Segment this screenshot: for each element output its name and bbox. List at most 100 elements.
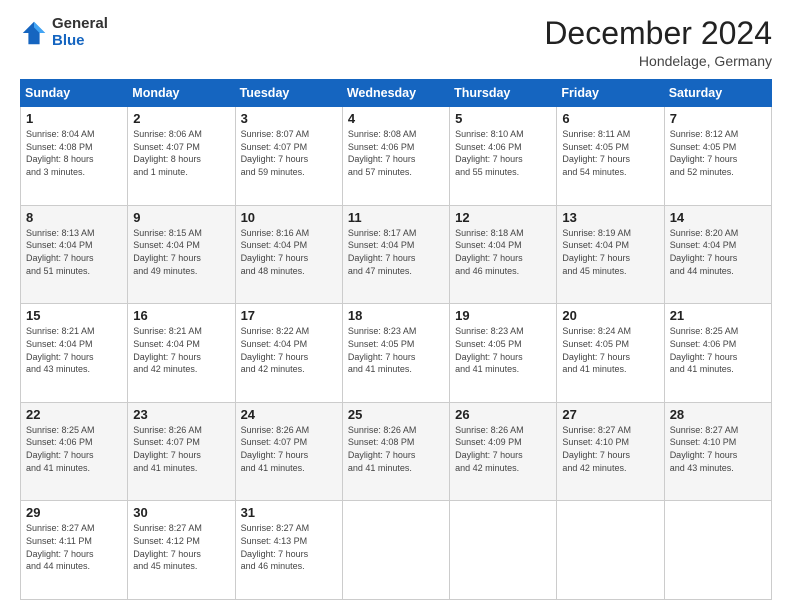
daylight-minutes: and 43 minutes. (670, 463, 734, 473)
sunset-info: Sunset: 4:07 PM (241, 437, 308, 447)
sunset-info: Sunset: 4:05 PM (670, 142, 737, 152)
sunrise-info: Sunrise: 8:25 AM (26, 425, 95, 435)
sunrise-info: Sunrise: 8:16 AM (241, 228, 310, 238)
sunset-info: Sunset: 4:06 PM (670, 339, 737, 349)
daylight-minutes: and 41 minutes. (348, 364, 412, 374)
sunset-info: Sunset: 4:04 PM (670, 240, 737, 250)
day-number: 25 (348, 407, 444, 422)
sunset-info: Sunset: 4:06 PM (455, 142, 522, 152)
day-number: 4 (348, 111, 444, 126)
day-number: 18 (348, 308, 444, 323)
daylight-info: Daylight: 7 hours (348, 253, 416, 263)
day-info: Sunrise: 8:18 AMSunset: 4:04 PMDaylight:… (455, 227, 551, 277)
calendar-header-row: SundayMondayTuesdayWednesdayThursdayFrid… (21, 80, 772, 107)
sunset-info: Sunset: 4:06 PM (348, 142, 415, 152)
sunrise-info: Sunrise: 8:08 AM (348, 129, 417, 139)
day-info: Sunrise: 8:07 AMSunset: 4:07 PMDaylight:… (241, 128, 337, 178)
sunrise-info: Sunrise: 8:19 AM (562, 228, 631, 238)
day-info: Sunrise: 8:26 AM Sunset: 4:08 PM Daylight:… (348, 424, 444, 474)
calendar-day-cell: 14Sunrise: 8:20 AMSunset: 4:04 PMDayligh… (664, 205, 771, 304)
col-header-thursday: Thursday (450, 80, 557, 107)
day-number: 11 (348, 210, 444, 225)
day-info: Sunrise: 8:21 AMSunset: 4:04 PMDaylight:… (26, 325, 122, 375)
calendar-day-cell: 31Sunrise: 8:27 AMSunset: 4:13 PMDayligh… (235, 501, 342, 600)
sunset-info: Sunset: 4:05 PM (455, 339, 522, 349)
sunrise-info: Sunrise: 8:06 AM (133, 129, 202, 139)
calendar-day-cell: 13Sunrise: 8:19 AMSunset: 4:04 PMDayligh… (557, 205, 664, 304)
daylight-info: Daylight: 7 hours (348, 352, 416, 362)
calendar-day-cell: 20Sunrise: 8:24 AMSunset: 4:05 PMDayligh… (557, 304, 664, 403)
sunrise-info: Sunrise: 8:27 AM (241, 523, 310, 533)
day-number: 6 (562, 111, 658, 126)
col-header-sunday: Sunday (21, 80, 128, 107)
daylight-minutes: and 41 minutes. (455, 364, 519, 374)
day-number: 8 (26, 210, 122, 225)
sunset-info: Sunset: 4:08 PM (26, 142, 93, 152)
sunrise-info: Sunrise: 8:10 AM (455, 129, 524, 139)
daylight-minutes: and 55 minutes. (455, 167, 519, 177)
sunset-info: Sunset: 4:07 PM (241, 142, 308, 152)
calendar-day-cell: 15Sunrise: 8:21 AMSunset: 4:04 PMDayligh… (21, 304, 128, 403)
sunrise-info: Sunrise: 8:26 AM (348, 425, 417, 435)
sunrise-info: Sunrise: 8:20 AM (670, 228, 739, 238)
day-info: Sunrise: 8:25 AMSunset: 4:06 PMDaylight:… (26, 424, 122, 474)
sunset-info: Sunset: 4:05 PM (562, 142, 629, 152)
sunrise-info: Sunrise: 8:15 AM (133, 228, 202, 238)
daylight-info: Daylight: 7 hours (455, 253, 523, 263)
calendar-day-cell: 11Sunrise: 8:17 AMSunset: 4:04 PMDayligh… (342, 205, 449, 304)
daylight-minutes: and 44 minutes. (670, 266, 734, 276)
day-info: Sunrise: 8:27 AMSunset: 4:12 PMDaylight:… (133, 522, 229, 572)
day-info: Sunrise: 8:27 AMSunset: 4:10 PMDaylight:… (670, 424, 766, 474)
sunset-info: Sunset: 4:04 PM (348, 240, 415, 250)
day-info: Sunrise: 8:13 AMSunset: 4:04 PMDaylight:… (26, 227, 122, 277)
logo-text: General Blue (52, 16, 108, 49)
daylight-minutes: and 41 minutes. (241, 463, 305, 473)
calendar-day-cell: 2Sunrise: 8:06 AMSunset: 4:07 PMDaylight… (128, 107, 235, 206)
daylight-info: Daylight: 7 hours (26, 549, 94, 559)
col-header-tuesday: Tuesday (235, 80, 342, 107)
day-info: Sunrise: 8:27 AMSunset: 4:13 PMDaylight:… (241, 522, 337, 572)
calendar-day-cell: 4Sunrise: 8:08 AMSunset: 4:06 PMDaylight… (342, 107, 449, 206)
calendar-day-cell: 7Sunrise: 8:12 AMSunset: 4:05 PMDaylight… (664, 107, 771, 206)
daylight-info: Daylight: 7 hours (26, 352, 94, 362)
calendar-day-cell: 5Sunrise: 8:10 AMSunset: 4:06 PMDaylight… (450, 107, 557, 206)
day-number: 17 (241, 308, 337, 323)
day-info: Sunrise: 8:27 AMSunset: 4:11 PMDaylight:… (26, 522, 122, 572)
day-number: 12 (455, 210, 551, 225)
sunrise-info: Sunrise: 8:13 AM (26, 228, 95, 238)
logo-blue: Blue (52, 32, 85, 49)
empty-cell (342, 501, 449, 600)
daylight-minutes: and 42 minutes. (562, 463, 626, 473)
day-info: Sunrise: 8:22 AMSunset: 4:04 PMDaylight:… (241, 325, 337, 375)
daylight-minutes: and 47 minutes. (348, 266, 412, 276)
calendar-table: SundayMondayTuesdayWednesdayThursdayFrid… (20, 79, 772, 600)
sunset-info: Sunset: 4:08 PM (348, 437, 415, 447)
daylight-info: Daylight: 7 hours (670, 253, 738, 263)
sunset-info: Sunset: 4:04 PM (133, 240, 200, 250)
day-number: 3 (241, 111, 337, 126)
daylight-info: Daylight: 7 hours (348, 450, 416, 460)
calendar-day-cell: 12 Sunrise: 8:18 AMSunset: 4:04 PMDayligh… (450, 205, 557, 304)
daylight-info: Daylight: 7 hours (670, 352, 738, 362)
location-subtitle: Hondelage, Germany (544, 53, 772, 69)
page: General Blue December 2024 Hondelage, Ge… (0, 0, 792, 612)
day-info: Sunrise: 8:20 AM Sunset: 4:04 PM Daylight:… (670, 227, 766, 277)
col-header-wednesday: Wednesday (342, 80, 449, 107)
day-number: 13 (562, 210, 658, 225)
daylight-minutes: and 41 minutes. (670, 364, 734, 374)
title-block: December 2024 Hondelage, Germany (544, 16, 772, 69)
sunrise-info: Sunrise: 8:07 AM (241, 129, 310, 139)
day-info: Sunrise: 8:23 AMSunset: 4:05 PMDaylight:… (348, 325, 444, 375)
day-number: 1 (26, 111, 122, 126)
empty-cell (450, 501, 557, 600)
day-info: Sunrise: 8:27 AMSunset: 4:10 PMDaylight:… (562, 424, 658, 474)
day-info: Sunrise: 8:21 AMSunset: 4:04 PMDaylight:… (133, 325, 229, 375)
calendar-day-cell: 25 Sunrise: 8:26 AM Sunset: 4:08 PM Dayligh… (342, 402, 449, 501)
day-info: Sunrise: 8:25 AMSunset: 4:06 PMDaylight:… (670, 325, 766, 375)
day-info: Sunrise: 8:11 AMSunset: 4:05 PMDaylight:… (562, 128, 658, 178)
sunrise-info: Sunrise: 8:27 AM (133, 523, 202, 533)
daylight-info: Daylight: 7 hours (133, 450, 201, 460)
calendar-day-cell: 24Sunrise: 8:26 AMSunset: 4:07 PMDayligh… (235, 402, 342, 501)
daylight-info: Daylight: 8 hours (133, 154, 201, 164)
sunrise-info: Sunrise: 8:27 AM (26, 523, 95, 533)
